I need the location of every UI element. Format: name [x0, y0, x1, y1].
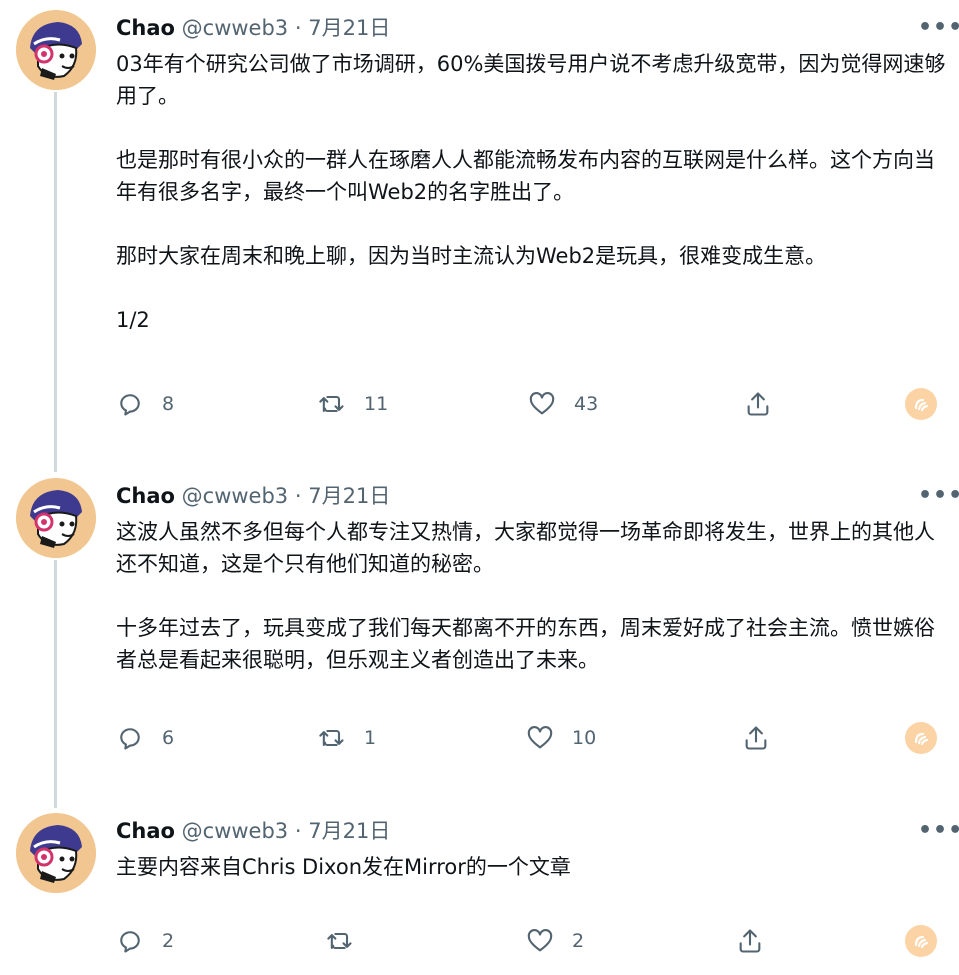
- tweet-paragraph: 那时大家在周末和晚上聊，因为当时主流认为Web2是玩具，很难变成生意。: [116, 244, 827, 268]
- like-button[interactable]: 2: [526, 921, 584, 961]
- heart-icon: [529, 392, 555, 415]
- avatar[interactable]: [16, 813, 96, 893]
- tweet[interactable]: Chao @cwweb3 · 7月21日 ••• 03年有个研究公司做了市场调研…: [0, 0, 959, 440]
- tweet-header: Chao @cwweb3 · 7月21日: [116, 14, 390, 42]
- avatar[interactable]: [16, 478, 96, 558]
- author-name[interactable]: Chao: [116, 819, 175, 843]
- author-name[interactable]: Chao: [116, 484, 175, 508]
- reply-count: 2: [162, 930, 175, 952]
- tweet-actions: 8 11 43: [0, 384, 959, 424]
- tweet-header: Chao @cwweb3 · 7月21日: [116, 817, 390, 845]
- separator-dot: ·: [294, 16, 302, 40]
- author-handle[interactable]: @cwweb3: [182, 484, 289, 508]
- retweet-button[interactable]: [326, 921, 372, 961]
- like-count: 10: [572, 727, 597, 749]
- separator-dot: ·: [294, 484, 302, 508]
- retweet-count: 1: [364, 727, 377, 749]
- sidekick-icon[interactable]: [905, 925, 937, 957]
- tweet-date[interactable]: 7月21日: [308, 16, 390, 40]
- reply-icon: [120, 728, 140, 750]
- reply-button[interactable]: 8: [116, 384, 174, 424]
- separator-dot: ·: [294, 819, 302, 843]
- tweet-paragraph: 十多年过去了，玩具变成了我们每天都离不开的东西，周末爱好成了社会主流。愤世嫉俗者…: [116, 616, 935, 672]
- reply-icon: [120, 394, 140, 416]
- retweet-icon: [327, 932, 352, 950]
- tweet-date[interactable]: 7月21日: [308, 484, 390, 508]
- tweet-header: Chao @cwweb3 · 7月21日: [116, 482, 390, 510]
- tweet-text: 这波人虽然不多但每个人都专注又热情，大家都觉得一场革命即将发生，世界上的其他人还…: [116, 516, 946, 676]
- retweet-button[interactable]: 11: [318, 384, 388, 424]
- like-count: 43: [574, 393, 599, 415]
- share-button[interactable]: [736, 921, 764, 961]
- retweet-icon: [319, 395, 344, 413]
- reply-count: 8: [162, 393, 175, 415]
- share-icon: [745, 726, 767, 750]
- tweet-actions: 6 1 10: [0, 718, 959, 758]
- more-horizontal-icon[interactable]: •••: [918, 817, 959, 845]
- tweet-paragraph: 1/2: [116, 308, 150, 332]
- author-handle[interactable]: @cwweb3: [182, 819, 289, 843]
- heart-icon: [527, 726, 553, 749]
- heart-icon: [527, 929, 553, 952]
- tweet-paragraph: 也是那时有很小众的一群人在琢磨人人都能流畅发布内容的互联网是什么样。这个方向当年…: [116, 148, 935, 204]
- like-button[interactable]: 10: [526, 718, 596, 758]
- tweet[interactable]: Chao @cwweb3 · 7月21日 ••• 这波人虽然不多但每个人都专注又…: [0, 468, 959, 778]
- retweet-icon: [319, 729, 344, 747]
- retweet-button[interactable]: 1: [318, 718, 376, 758]
- tweet-paragraph: 03年有个研究公司做了市场调研，60%美国拨号用户说不考虑升级宽带，因为觉得网速…: [116, 52, 946, 108]
- reply-button[interactable]: 6: [116, 718, 174, 758]
- author-handle[interactable]: @cwweb3: [182, 16, 289, 40]
- tweet-actions: 2 2: [0, 921, 959, 961]
- tweet-paragraph: 这波人虽然不多但每个人都专注又热情，大家都觉得一场革命即将发生，世界上的其他人还…: [116, 520, 935, 576]
- tweet-text: 03年有个研究公司做了市场调研，60%美国拨号用户说不考虑升级宽带，因为觉得网速…: [116, 48, 946, 336]
- tweet-date[interactable]: 7月21日: [308, 819, 390, 843]
- more-horizontal-icon[interactable]: •••: [918, 482, 959, 510]
- tweet-paragraph: 主要内容来自Chris Dixon发在Mirror的一个文章: [116, 855, 571, 879]
- share-button[interactable]: [742, 718, 770, 758]
- tweet-text: 主要内容来自Chris Dixon发在Mirror的一个文章: [116, 851, 946, 883]
- reply-icon: [120, 931, 140, 953]
- like-button[interactable]: 43: [528, 384, 598, 424]
- share-icon: [747, 392, 769, 416]
- retweet-count: 11: [364, 393, 389, 415]
- reply-button[interactable]: 2: [116, 921, 174, 961]
- avatar[interactable]: [16, 10, 96, 90]
- sidekick-icon[interactable]: [905, 388, 937, 420]
- like-count: 2: [572, 930, 585, 952]
- share-button[interactable]: [744, 384, 772, 424]
- tweet[interactable]: Chao @cwweb3 · 7月21日 ••• 主要内容来自Chris Dix…: [0, 803, 959, 975]
- author-name[interactable]: Chao: [116, 16, 175, 40]
- reply-count: 6: [162, 727, 175, 749]
- share-icon: [739, 929, 761, 953]
- sidekick-icon[interactable]: [905, 722, 937, 754]
- more-horizontal-icon[interactable]: •••: [918, 14, 959, 42]
